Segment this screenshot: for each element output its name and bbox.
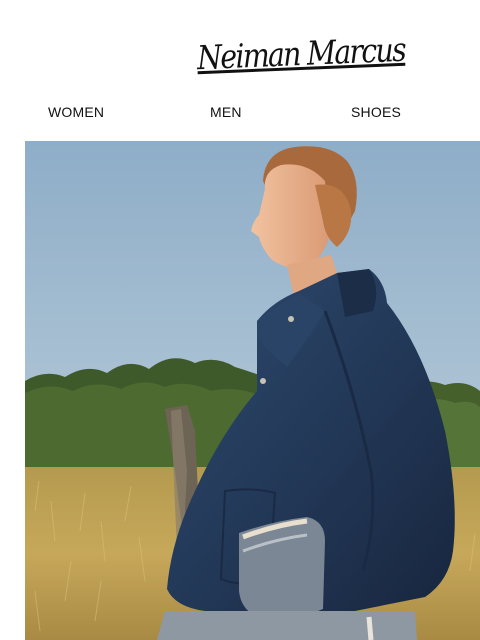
hero-image-link[interactable] <box>25 141 480 640</box>
nav-link-women[interactable]: WOMEN <box>48 100 104 124</box>
nav-link-shoes[interactable]: SHOES <box>351 100 401 124</box>
brand-logo[interactable]: Neiman Marcus <box>197 19 406 87</box>
nav-link-men[interactable]: MEN <box>210 100 242 124</box>
hero-photo <box>25 141 480 640</box>
main-nav: WOMEN MEN SHOES <box>0 100 480 124</box>
email-header: Neiman Marcus WOMEN MEN SHOES <box>0 0 480 140</box>
